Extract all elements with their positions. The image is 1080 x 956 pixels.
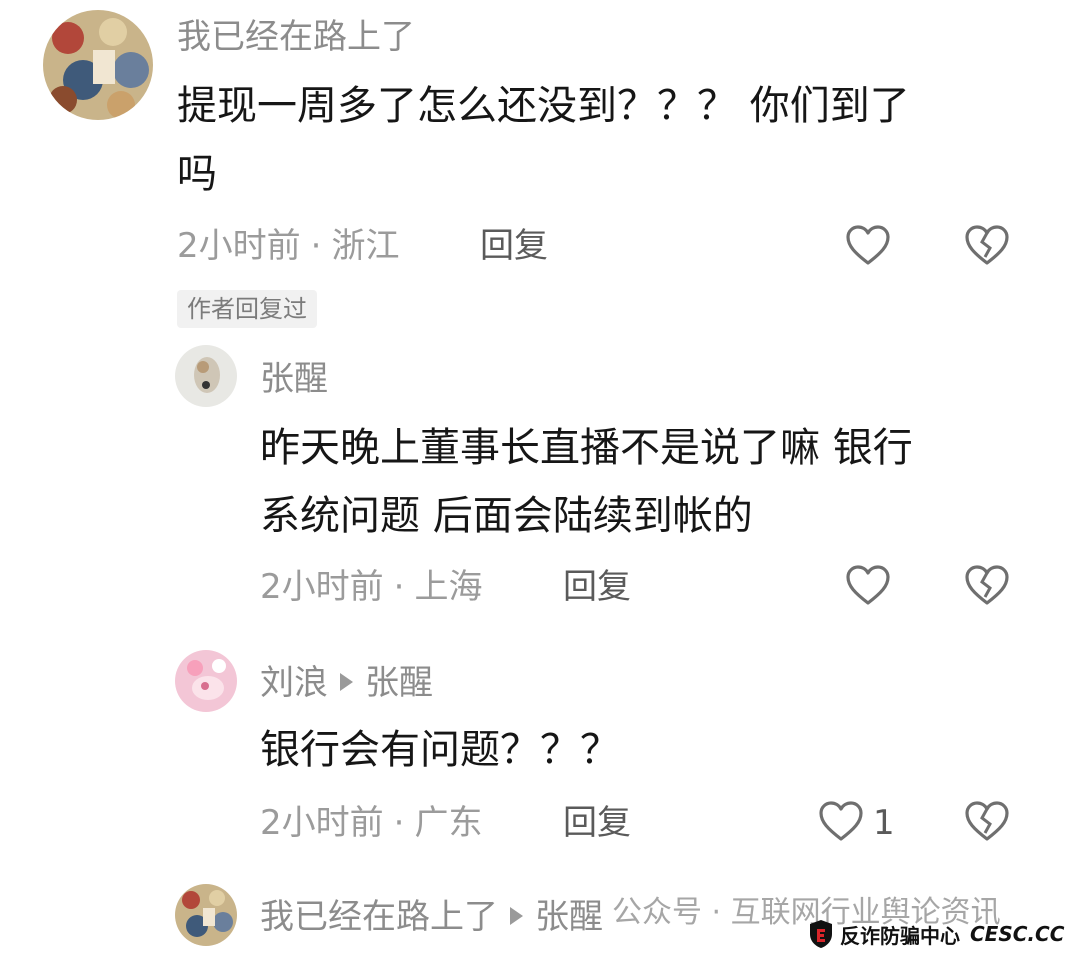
- like-count: 1: [873, 803, 895, 843]
- meta-separator: ·: [393, 567, 405, 607]
- comment-text: 昨天晚上董事长直播不是说了嘛 银行 系统问题 后面会陆续到帐的: [260, 414, 913, 550]
- comment-text-line: 提现一周多了怎么还没到？？？ 你们到了: [177, 83, 910, 129]
- comment-username[interactable]: 我已经在路上了: [260, 897, 498, 937]
- comment-text-line: 昨天晚上董事长直播不是说了嘛 银行: [260, 425, 913, 471]
- comment-meta: 2小时前 · 上海: [260, 570, 482, 604]
- reply-button[interactable]: 回复: [563, 570, 631, 604]
- logo-en-text: CESC.CC: [970, 922, 1065, 946]
- comment-location: 上海: [414, 567, 483, 607]
- heart-outline-icon[interactable]: [845, 564, 891, 606]
- source-logo: 反诈防骗中心 CESC.CC: [808, 914, 1064, 954]
- comment-meta: 2小时前 · 广东: [260, 806, 482, 840]
- comment-text: 提现一周多了怎么还没到？？？ 你们到了 吗: [177, 72, 910, 208]
- comment-time: 2小时前: [177, 226, 301, 266]
- meta-separator: ·: [393, 803, 405, 843]
- comment-username-row: 刘浪 张醒: [260, 666, 433, 700]
- comment-time: 2小时前: [260, 567, 384, 607]
- comment-text: 银行会有问题？？？: [260, 716, 620, 784]
- logo-cn-text: 反诈防骗中心: [840, 923, 960, 948]
- avatar[interactable]: [175, 884, 237, 946]
- heart-outline-icon[interactable]: [845, 224, 891, 266]
- broken-heart-icon[interactable]: [964, 564, 1010, 606]
- shield-logo-icon: [810, 920, 832, 948]
- heart-outline-icon[interactable]: [818, 800, 864, 842]
- avatar[interactable]: [43, 10, 153, 120]
- meta-separator: ·: [310, 226, 322, 266]
- comment-time: 2小时前: [260, 803, 384, 843]
- avatar[interactable]: [175, 650, 237, 712]
- comment-location: 浙江: [331, 226, 400, 266]
- comment-username[interactable]: 刘浪: [260, 663, 328, 703]
- comment-location: 广东: [414, 803, 483, 843]
- comment-meta: 2小时前 · 浙江: [177, 229, 399, 263]
- reply-to-username[interactable]: 张醒: [365, 663, 433, 703]
- comment-username[interactable]: 张醒: [260, 362, 328, 396]
- comment-username-row: 我已经在路上了 张醒: [260, 900, 603, 934]
- comment-text-line: 系统问题 后面会陆续到帐的: [260, 493, 753, 539]
- reply-arrow-icon: [340, 672, 353, 691]
- avatar[interactable]: [175, 345, 237, 407]
- reply-button[interactable]: 回复: [563, 806, 631, 840]
- author-replied-badge: 作者回复过: [177, 290, 317, 328]
- comment-username[interactable]: 我已经在路上了: [177, 20, 415, 54]
- reply-arrow-icon: [510, 906, 523, 925]
- reply-to-username[interactable]: 张醒: [535, 897, 603, 937]
- reply-button[interactable]: 回复: [480, 229, 548, 263]
- comment-text-line: 吗: [177, 151, 217, 197]
- broken-heart-icon[interactable]: [964, 800, 1010, 842]
- broken-heart-icon[interactable]: [964, 224, 1010, 266]
- comment-text-line: 银行会有问题？？？: [260, 727, 620, 773]
